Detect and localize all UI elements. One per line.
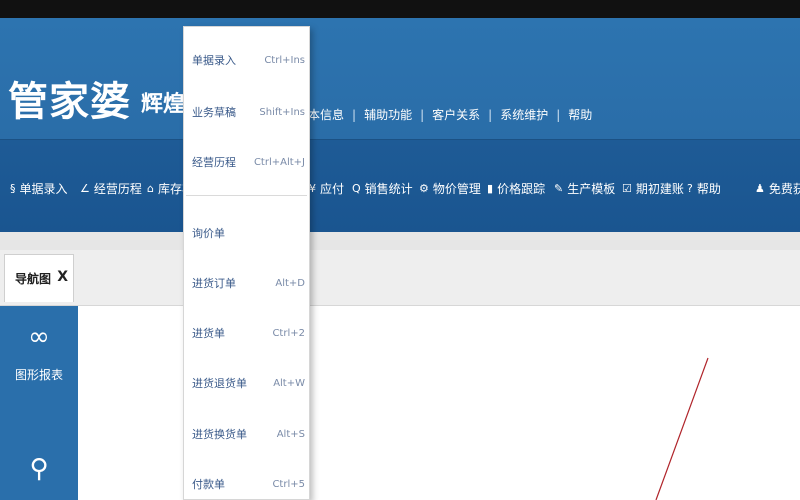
menu-item-payment[interactable]: 付款单 Ctrl+5 bbox=[184, 472, 309, 496]
search-icon: Q bbox=[352, 182, 361, 195]
toolbar-price-mgmt[interactable]: ⚙ 物价管理 bbox=[419, 180, 481, 197]
toolbar-business-history[interactable]: ∠ 经营历程 bbox=[80, 180, 142, 197]
bar-chart-icon: ▮ bbox=[487, 182, 494, 195]
window-top-bar bbox=[0, 0, 800, 18]
menu-item-inquiry[interactable]: 询价单 bbox=[184, 221, 309, 245]
menu-item-document-entry[interactable]: 单据录入 Ctrl+Ins bbox=[184, 48, 309, 72]
money-icon: ¥ bbox=[309, 182, 316, 195]
tab-navigation-map[interactable]: 导航图 X bbox=[4, 254, 74, 302]
sidebar-item-cart[interactable]: ⚲ bbox=[0, 454, 78, 484]
check-icon: ☑ bbox=[622, 182, 632, 195]
close-icon[interactable]: X bbox=[57, 269, 68, 285]
document-entry-dropdown: 单据录入 Ctrl+Ins 业务草稿 Shift+Ins 经营历程 Ctrl+Alt+… bbox=[183, 26, 310, 500]
menu-item-business-history[interactable]: 经营历程 Ctrl+Alt+J bbox=[184, 150, 309, 174]
toolbar-document-entry[interactable]: § 单据录入 bbox=[10, 180, 68, 197]
toolbar-opening-account[interactable]: ☑ 期初建账 bbox=[622, 180, 684, 197]
sidebar-item-label: 图形报表 bbox=[14, 368, 63, 382]
gear-icon: ⚙ bbox=[419, 182, 429, 195]
cart-icon: ⚲ bbox=[29, 454, 49, 484]
header-menu: 本信息 | 辅助功能 | 客户关系 | 系统维护 | 帮助 bbox=[300, 106, 600, 123]
wrench-icon: ✎ bbox=[554, 182, 564, 195]
toolbar-help[interactable]: ? 帮助 bbox=[687, 180, 721, 197]
app-header: 管家婆 辉煌ⅡTOP 本信息 | 辅助功能 | 客户关系 | 系统维护 | 帮助 bbox=[0, 18, 800, 140]
header-menu-aux[interactable]: 辅助功能 bbox=[356, 106, 420, 123]
user-icon: ♟ bbox=[755, 182, 765, 195]
sidebar-item-graphic-report[interactable]: ∞ 图形报表 bbox=[0, 322, 78, 383]
header-menu-help[interactable]: 帮助 bbox=[560, 106, 600, 123]
header-menu-crm[interactable]: 客户关系 bbox=[424, 106, 488, 123]
tab-label: 导航图 bbox=[15, 272, 52, 286]
menu-item-purchase-order[interactable]: 进货订单 Alt+D bbox=[184, 271, 309, 295]
document-icon: § bbox=[10, 182, 16, 195]
toolbar-price-track[interactable]: ▮ 价格跟踪 bbox=[487, 180, 545, 197]
help-icon: ? bbox=[687, 182, 693, 195]
header-menu-system[interactable]: 系统维护 bbox=[492, 106, 556, 123]
menu-separator bbox=[186, 195, 307, 196]
menu-item-draft[interactable]: 业务草稿 Shift+Ins bbox=[184, 100, 309, 124]
link-icon: ∞ bbox=[28, 322, 50, 352]
chart-icon: ∠ bbox=[80, 182, 90, 195]
toolbar-sales-stats[interactable]: Q 销售统计 bbox=[352, 180, 413, 197]
box-icon: ⌂ bbox=[147, 182, 154, 195]
tab-bar: 导航图 X bbox=[0, 250, 800, 306]
left-sidebar: ∞ 图形报表 ⚲ bbox=[0, 306, 78, 500]
toolbar-free-get[interactable]: ♟免费获取 bbox=[755, 180, 800, 197]
menu-item-purchase[interactable]: 进货单 Ctrl+2 bbox=[184, 321, 309, 345]
menu-item-purchase-return[interactable]: 进货退货单 Alt+W bbox=[184, 371, 309, 395]
toolbar-production-template[interactable]: ✎ 生产模板 bbox=[554, 180, 615, 197]
main-toolbar: § 单据录入 ∠ 经营历程 ⌂ 库存状 ¥ 应付 Q 销售统计 ⚙ 物价管理 ▮ 价格跟踪 ✎… bbox=[0, 140, 800, 232]
logo-main-text: 管家婆 bbox=[8, 79, 131, 125]
toolbar-payable[interactable]: ¥ 应付 bbox=[309, 180, 344, 197]
menu-item-purchase-exchange[interactable]: 进货换货单 Alt+S bbox=[184, 422, 309, 446]
toolbar-divider-band bbox=[0, 232, 800, 250]
